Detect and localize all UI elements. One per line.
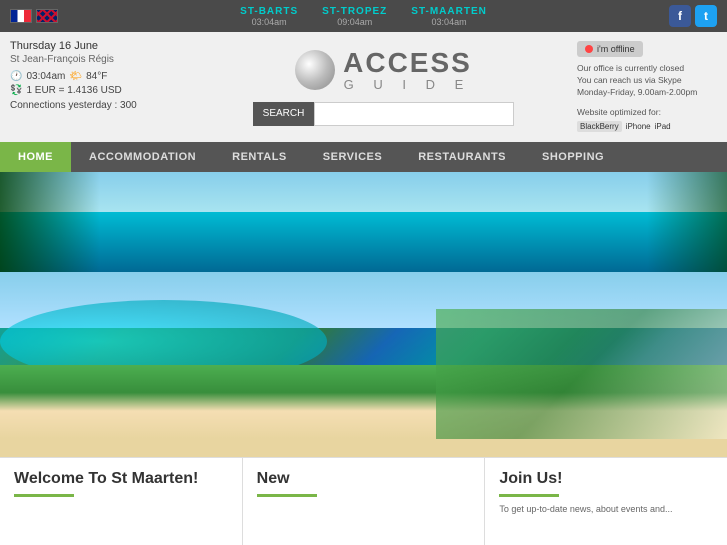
join-title: Join Us! — [499, 470, 713, 488]
join-text: To get up-to-date news, about events and… — [499, 503, 713, 516]
header-left: Thursday 16 June St Jean-François Régis … — [0, 32, 200, 142]
new-title: New — [257, 470, 471, 488]
banner-sea — [0, 212, 727, 272]
twitter-button[interactable]: t — [695, 5, 717, 27]
nav-services[interactable]: SERVICES — [305, 142, 400, 172]
top-bar: ST-BARTS 03:04am ST-TROPEZ 09:04am ST-MA… — [0, 0, 727, 32]
blackberry-icon: BlackBerry — [577, 121, 622, 132]
currency-value: 1 EUR = 1.4136 USD — [26, 85, 121, 96]
join-section: Join Us! To get up-to-date news, about e… — [485, 458, 727, 545]
time-value: 03:04am — [26, 71, 65, 82]
weather-icon: 🌤 — [69, 71, 82, 82]
flag-english[interactable] — [36, 9, 58, 23]
hero-buildings — [436, 309, 727, 439]
time-row: 🕐 03:04am 🌤 84°F — [10, 71, 190, 82]
date-line: Thursday 16 June — [10, 40, 190, 52]
offline-label: i'm offline — [597, 44, 635, 54]
offline-dot — [585, 45, 593, 53]
logo-guide: G U I D E — [343, 77, 472, 92]
iphone-icon: iPhone — [626, 122, 651, 131]
search-input[interactable] — [314, 102, 514, 126]
join-bar — [499, 494, 559, 497]
currency-icon: 💱 — [10, 85, 22, 96]
nav-accommodation[interactable]: ACCOMMODATION — [71, 142, 214, 172]
clock-icon: 🕐 — [10, 71, 22, 82]
logo-text: ACCESS G U I D E — [343, 49, 472, 92]
new-bar — [257, 494, 317, 497]
logo-area: ACCESS G U I D E — [295, 49, 472, 92]
nav-rentals[interactable]: RENTALS — [214, 142, 305, 172]
logo-access: ACCESS — [343, 49, 472, 77]
owner-line: St Jean-François Régis — [10, 54, 190, 65]
header-center: ACCESS G U I D E SEARCH — [200, 32, 567, 142]
device-icons: BlackBerry iPhone iPad — [577, 121, 717, 132]
new-section: New — [243, 458, 486, 545]
welcome-bar — [14, 494, 74, 497]
connections-line: Connections yesterday : 300 — [10, 100, 190, 111]
weather-value: 84°F — [86, 71, 107, 82]
destinations: ST-BARTS 03:04am ST-TROPEZ 09:04am ST-MA… — [240, 6, 487, 27]
header: Thursday 16 June St Jean-François Régis … — [0, 32, 727, 142]
banner-palms-right — [647, 172, 727, 272]
offline-text: Our office is currently closedYou can re… — [577, 63, 717, 99]
nav: HOME ACCOMMODATION RENTALS SERVICES REST… — [0, 142, 727, 172]
bottom-section: Welcome To St Maarten! New Join Us! To g… — [0, 457, 727, 545]
search-bar: SEARCH — [253, 102, 515, 126]
welcome-section: Welcome To St Maarten! — [0, 458, 243, 545]
search-button[interactable]: SEARCH — [253, 102, 315, 126]
social-icons: f t — [669, 5, 717, 27]
optimized-label: Website optimized for: — [577, 107, 717, 117]
banner-palms-left — [0, 172, 100, 272]
facebook-button[interactable]: f — [669, 5, 691, 27]
logo-sphere — [295, 50, 335, 90]
dest-st-barts[interactable]: ST-BARTS 03:04am — [240, 6, 298, 27]
offline-button[interactable]: i'm offline — [577, 41, 643, 57]
nav-restaurants[interactable]: RESTAURANTS — [400, 142, 524, 172]
welcome-title: Welcome To St Maarten! — [14, 470, 228, 488]
banner — [0, 172, 727, 272]
ipad-icon: iPad — [655, 122, 671, 131]
banner-sky — [0, 172, 727, 212]
header-right: i'm offline Our office is currently clos… — [567, 32, 727, 142]
flags — [10, 9, 58, 23]
hero-image — [0, 272, 727, 457]
nav-shopping[interactable]: SHOPPING — [524, 142, 622, 172]
dest-st-tropez[interactable]: ST-TROPEZ 09:04am — [322, 6, 387, 27]
currency-row: 💱 1 EUR = 1.4136 USD — [10, 85, 190, 96]
dest-st-maarten[interactable]: ST-MAARTEN 03:04am — [411, 6, 487, 27]
flag-french[interactable] — [10, 9, 32, 23]
nav-home[interactable]: HOME — [0, 142, 71, 172]
